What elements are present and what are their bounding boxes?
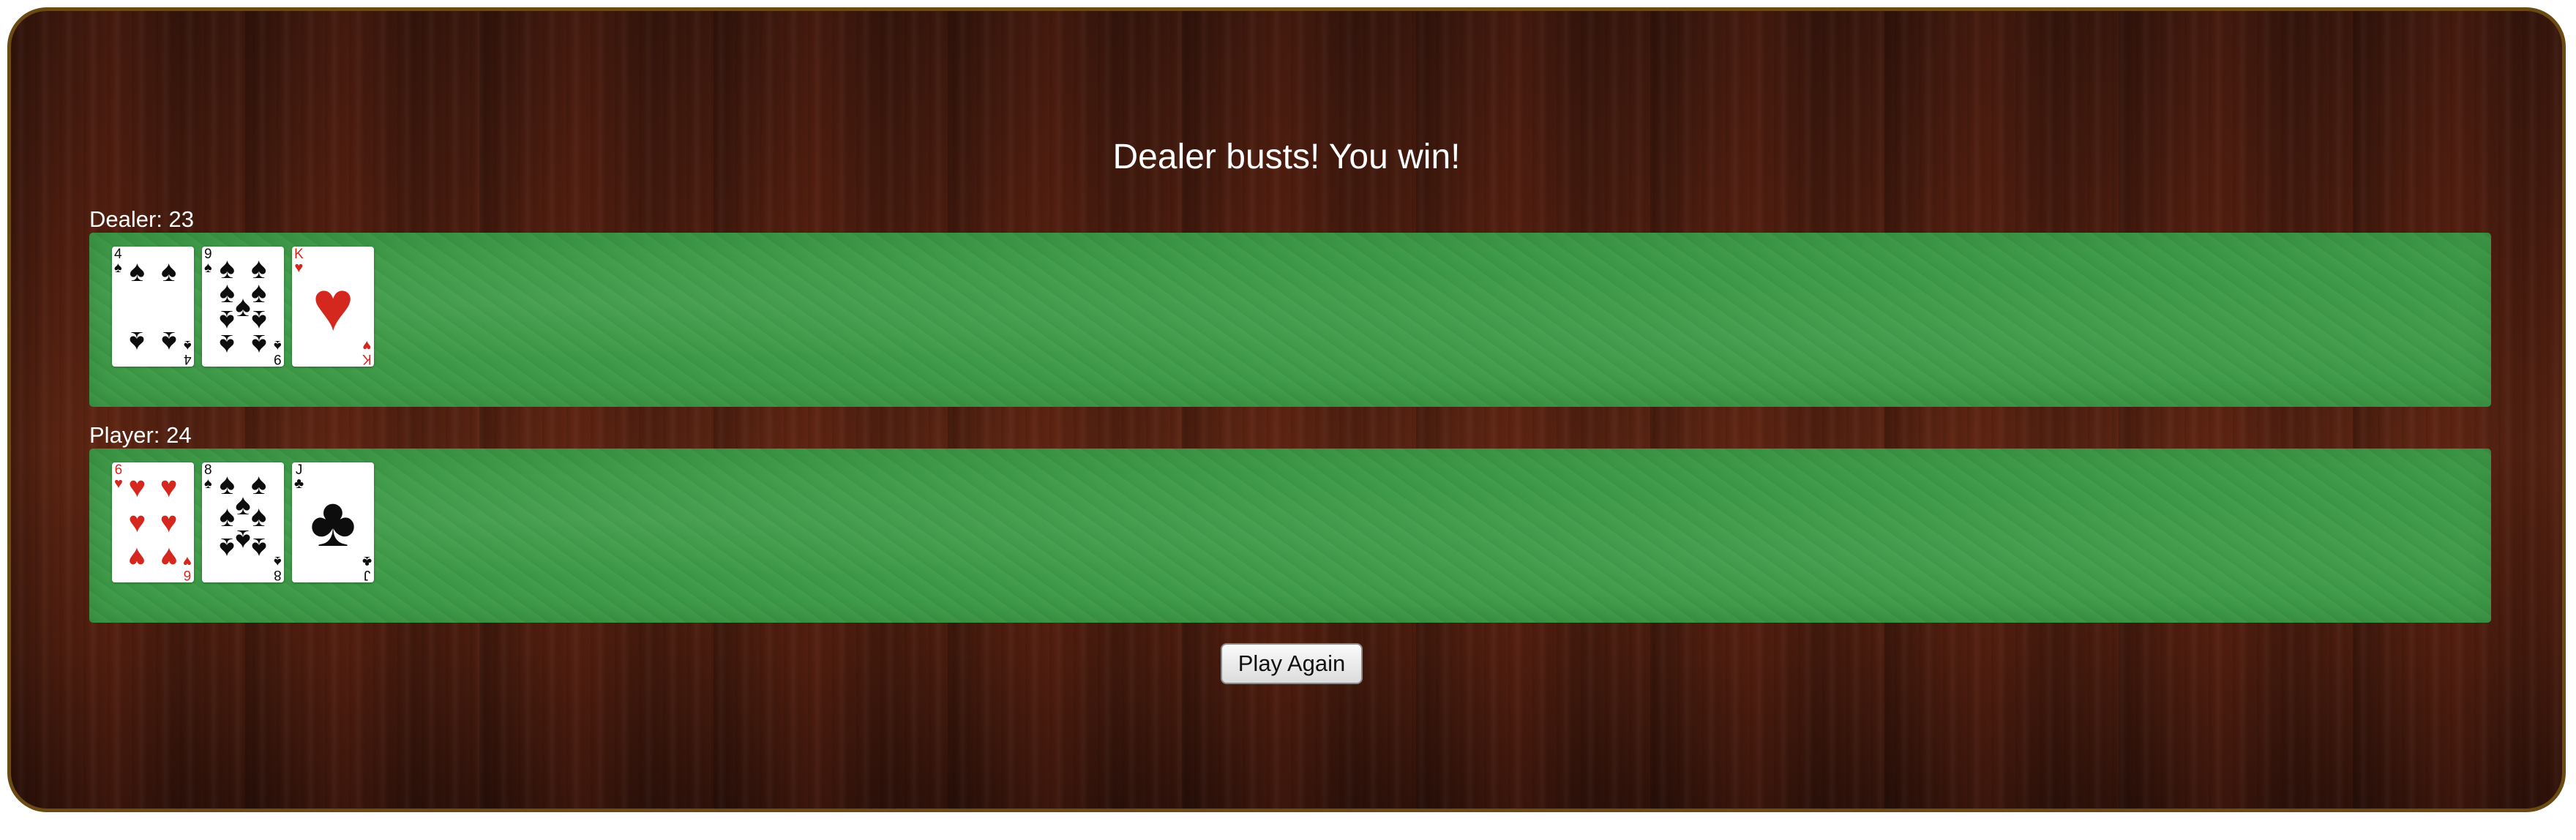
card-face-center: ♣ — [292, 462, 374, 582]
heart-icon: ♥ — [160, 506, 178, 539]
player-card: J ♣ J ♣ ♣ — [292, 462, 374, 582]
heart-icon: ♥ — [160, 541, 178, 574]
heart-icon: ♥ — [183, 553, 192, 569]
card-corner-index: 6 ♥ — [114, 463, 123, 492]
player-score-label: Player: 24 — [89, 422, 192, 448]
card-pips: ♠ ♠ ♠ ♠ ♠ ♠ ♠ ♠ — [217, 470, 269, 572]
spade-icon: ♠ — [274, 553, 282, 569]
game-status-message: Dealer busts! You win! — [1112, 138, 1461, 176]
card-rank: 4 — [184, 351, 192, 367]
dealer-card: K ♥ K ♥ ♥ — [292, 247, 374, 367]
player-hand-area: 6 ♥ 6 ♥ ♥ ♥ ♥ ♥ ♥ ♥ 8 ♠ 8 ♠ ♠ ♠ ♠ ♠ ♠ ♠ ♠ ♠ J ♣ J ♣ ♣ — [89, 449, 2491, 623]
player-card: 8 ♠ 8 ♠ ♠ ♠ ♠ ♠ ♠ ♠ ♠ ♠ — [202, 462, 284, 582]
card-corner-index: 4 ♠ — [114, 247, 122, 276]
blackjack-table: Dealer busts! You win! Dealer: 23 4 ♠ 4 ♠ ♠ ♠… — [7, 7, 2566, 812]
spade-icon: ♠ — [129, 325, 146, 358]
heart-icon: ♥ — [114, 476, 123, 492]
card-pips: ♠ ♠ ♠ ♠ ♠ ♠ ♠ ♠ ♠ — [217, 254, 269, 360]
spade-icon: ♠ — [114, 260, 122, 276]
card-rank: 8 — [274, 567, 282, 582]
spade-icon: ♠ — [160, 255, 177, 288]
dealer-hand-area: 4 ♠ 4 ♠ ♠ ♠ ♠ ♠ 9 ♠ 9 ♠ ♠ ♠ ♠ ♠ ♠ ♠ ♠ ♠ ♠ K ♥ K ♥ ♥ — [89, 233, 2491, 407]
spade-icon: ♠ — [235, 524, 251, 557]
card-corner-index: 9 ♠ — [204, 247, 212, 276]
play-again-button[interactable]: Play Again — [1221, 643, 1363, 684]
card-face-center: ♥ — [292, 247, 374, 367]
heart-icon: ♥ — [312, 267, 354, 345]
card-corner-index: 6 ♥ — [183, 553, 192, 582]
heart-icon: ♥ — [128, 471, 146, 504]
club-icon: ♣ — [310, 483, 356, 561]
spade-icon: ♠ — [184, 337, 192, 353]
card-pips: ♠ ♠ ♠ ♠ — [127, 257, 179, 357]
dealer-cards: 4 ♠ 4 ♠ ♠ ♠ ♠ ♠ 9 ♠ 9 ♠ ♠ ♠ ♠ ♠ ♠ ♠ ♠ ♠ ♠ K ♥ K ♥ ♥ — [112, 247, 374, 367]
spade-icon: ♠ — [129, 255, 146, 288]
dealer-score-label: Dealer: 23 — [89, 206, 195, 232]
card-corner-index: 8 ♠ — [204, 463, 212, 492]
dealer-card: 4 ♠ 4 ♠ ♠ ♠ ♠ ♠ — [112, 247, 194, 367]
spade-icon: ♠ — [219, 328, 236, 361]
card-pips: ♥ ♥ ♥ ♥ ♥ ♥ — [127, 473, 179, 573]
spade-icon: ♠ — [204, 476, 212, 492]
dealer-card: 9 ♠ 9 ♠ ♠ ♠ ♠ ♠ ♠ ♠ ♠ ♠ ♠ — [202, 247, 284, 367]
card-rank: 9 — [274, 351, 282, 367]
spade-icon: ♠ — [274, 337, 282, 353]
heart-icon: ♥ — [160, 471, 178, 504]
spade-icon: ♠ — [204, 260, 212, 276]
heart-icon: ♥ — [128, 541, 146, 574]
spade-icon: ♠ — [250, 328, 267, 361]
card-corner-index: 9 ♠ — [274, 337, 282, 367]
player-cards: 6 ♥ 6 ♥ ♥ ♥ ♥ ♥ ♥ ♥ 8 ♠ 8 ♠ ♠ ♠ ♠ ♠ ♠ ♠ ♠ ♠ J ♣ J ♣ ♣ — [112, 462, 374, 582]
player-card: 6 ♥ 6 ♥ ♥ ♥ ♥ ♥ ♥ ♥ — [112, 462, 194, 582]
spade-icon: ♠ — [160, 325, 177, 358]
card-rank: 6 — [183, 567, 192, 582]
card-corner-index: 4 ♠ — [184, 337, 192, 367]
heart-icon: ♥ — [128, 506, 146, 539]
card-corner-index: 8 ♠ — [274, 553, 282, 582]
